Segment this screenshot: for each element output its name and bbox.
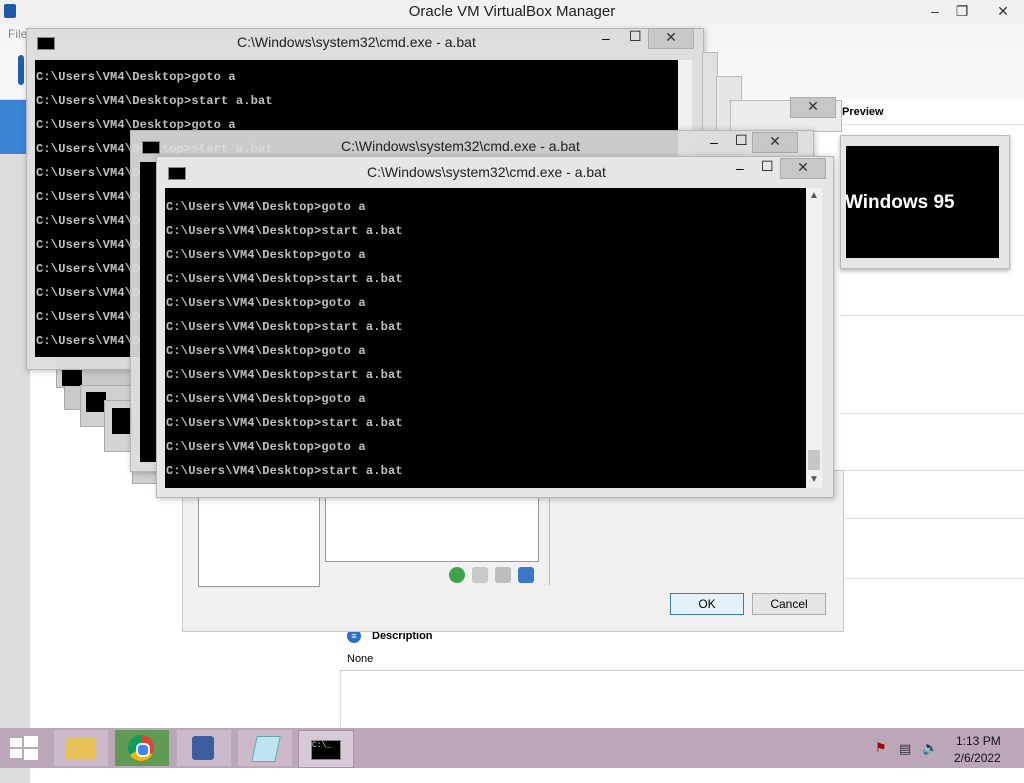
cmd-maximize-button[interactable]: ☐ bbox=[761, 158, 774, 175]
controller-list[interactable] bbox=[198, 490, 320, 587]
console-line: C:\Users\VM4\Desktop>goto a bbox=[166, 248, 366, 262]
description-value: None bbox=[347, 653, 374, 665]
console-line: C:\Users\VM4\Desktop>goto a bbox=[166, 440, 366, 454]
clock-time[interactable]: 1:13 PM bbox=[956, 734, 1001, 748]
cmd-close-button[interactable]: ✕ bbox=[752, 132, 798, 153]
cmd-maximize-button[interactable]: ☐ bbox=[629, 28, 642, 45]
preview-section-title: Preview bbox=[842, 106, 884, 118]
console-line: C:\Users\VM4\Desktop>goto a bbox=[166, 296, 366, 310]
tools-icon[interactable] bbox=[18, 55, 24, 85]
divider bbox=[840, 518, 1024, 519]
vbox-maximize-button[interactable]: ❐ bbox=[947, 2, 977, 22]
divider bbox=[840, 124, 1024, 125]
divider bbox=[840, 470, 1024, 471]
cmd-minimize-button[interactable]: – bbox=[736, 160, 744, 176]
chrome-icon[interactable] bbox=[115, 730, 169, 766]
edit-icon[interactable] bbox=[472, 567, 488, 583]
console-line: C:\Users\VM4\Desktop>start a.bat bbox=[166, 320, 403, 334]
cmd-window-title: C:\Windows\system32\cmd.exe - a.bat bbox=[367, 164, 606, 180]
virtualbox-icon[interactable] bbox=[177, 730, 231, 766]
vbox-close-button[interactable]: ✕ bbox=[988, 2, 1018, 22]
console-line: C:\Users\VM4\Desktop>start a.bat bbox=[166, 464, 403, 478]
scroll-up-arrow-icon[interactable]: ▲ bbox=[809, 190, 819, 201]
cmd-close-button[interactable]: ✕ bbox=[780, 158, 826, 179]
menu-file[interactable]: File bbox=[8, 27, 27, 41]
cmd-window-title: C:\Windows\system32\cmd.exe - a.bat bbox=[237, 34, 476, 50]
divider bbox=[840, 413, 1024, 414]
scroll-down-arrow-icon[interactable]: ▼ bbox=[809, 474, 819, 485]
dialog-separator bbox=[549, 490, 550, 585]
cmd-maximize-button[interactable]: ☐ bbox=[735, 132, 748, 149]
clock-date[interactable]: 2/6/2022 bbox=[954, 751, 1001, 765]
console-line: C:\Users\VM4\Desktop>start a.bat bbox=[166, 224, 403, 238]
console-line: C:\Users\VM4\Desktop>start a.bat bbox=[166, 368, 403, 382]
divider bbox=[840, 578, 1024, 579]
scroll-thumb[interactable] bbox=[808, 450, 820, 470]
description-section bbox=[340, 628, 1024, 671]
cmd-icon bbox=[142, 141, 160, 154]
vm-list-item-selected[interactable] bbox=[0, 100, 28, 154]
add-icon[interactable] bbox=[449, 567, 465, 583]
console-line: C:\Users\VM4\Desktop>goto a bbox=[166, 392, 366, 406]
volume-muted-icon[interactable]: 🔈 bbox=[922, 740, 938, 756]
action-center-flag-icon[interactable]: ⚑ bbox=[875, 740, 887, 756]
console-line: C:\Users\VM4\Desktop>goto a bbox=[36, 70, 236, 84]
vbox-window-title: Oracle VM VirtualBox Manager bbox=[408, 3, 616, 20]
remove-icon[interactable] bbox=[518, 567, 534, 583]
console-line: C:\Users\VM4\Desktop>goto a bbox=[166, 200, 366, 214]
windows-logo-icon[interactable] bbox=[10, 736, 38, 760]
console-line: C:\Users\VM4\Desktop>start a.bat bbox=[166, 416, 403, 430]
attributes-list[interactable] bbox=[325, 490, 539, 562]
cmd-minimize-button[interactable]: – bbox=[602, 30, 610, 46]
cmd-icon bbox=[168, 167, 186, 180]
vbox-minimize-button[interactable]: – bbox=[920, 2, 950, 22]
console-line: C:\Users\VM4\Desktop>goto a bbox=[166, 344, 366, 358]
notepad-icon[interactable] bbox=[238, 730, 292, 766]
cmd-close-button[interactable]: ✕ bbox=[790, 97, 836, 118]
preview-vm-name: Windows 95 bbox=[845, 192, 955, 213]
cmd-minimize-button[interactable]: – bbox=[710, 134, 718, 150]
disk-icon[interactable] bbox=[495, 567, 511, 583]
console-line: C:\Users\VM4\Desktop>start a.bat bbox=[166, 272, 403, 286]
cmd-taskbar-icon[interactable]: C:\_ bbox=[298, 730, 354, 768]
cmd-window-title: C:\Windows\system32\cmd.exe - a.bat bbox=[341, 138, 580, 154]
cmd-close-button[interactable]: ✕ bbox=[648, 28, 694, 49]
ok-button[interactable]: OK bbox=[670, 593, 744, 615]
file-explorer-icon[interactable] bbox=[54, 730, 108, 766]
cmd-scrollbar[interactable] bbox=[806, 188, 822, 488]
divider bbox=[840, 315, 1024, 316]
console-line: C:\Users\VM4\Desktop>start a.bat bbox=[36, 94, 273, 108]
cmd-icon bbox=[37, 37, 55, 50]
cancel-button[interactable]: Cancel bbox=[752, 593, 826, 615]
network-icon[interactable]: ▤ bbox=[899, 741, 911, 757]
